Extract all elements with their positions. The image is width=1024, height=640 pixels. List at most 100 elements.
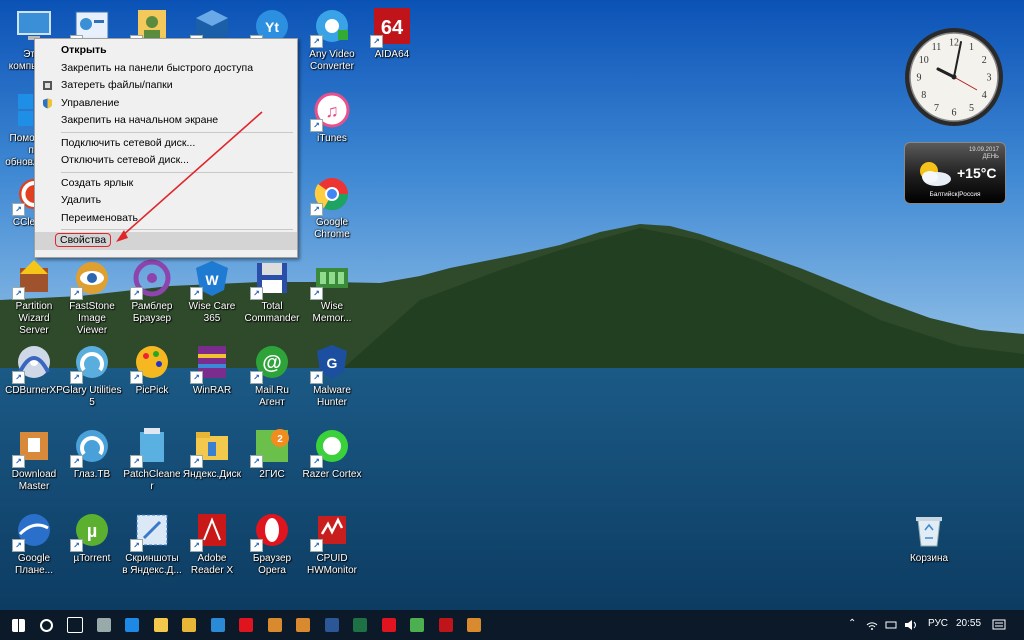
taskbar-app-icon[interactable] [460, 610, 488, 640]
desktop-icon-label: 2ГИС [259, 469, 285, 480]
show-hidden-icons-icon[interactable]: ⌃ [848, 618, 856, 629]
opera-icon: ↗ [250, 510, 292, 552]
taskbar-yandex-icon[interactable] [232, 610, 260, 640]
desktop-icon-label: CDBurnerXP [5, 385, 63, 396]
mailru-icon: @ ↗ [250, 342, 292, 384]
shortcut-arrow-icon: ↗ [70, 371, 83, 384]
desktop-icon-label: Download Master [11, 469, 57, 492]
weather-date: 19.09.2017 [968, 147, 999, 153]
shortcut-arrow-icon: ↗ [310, 539, 323, 552]
taskbar-app-icon[interactable] [261, 610, 289, 640]
desktop-icon-earth[interactable]: ↗ Google Плане... [4, 504, 64, 588]
shortcut-arrow-icon: ↗ [70, 455, 83, 468]
desktop-icon-label: PicPick [135, 385, 169, 396]
weather-city: Балтийск|Россия [929, 191, 981, 198]
desktop-icon-label: Корзина [909, 553, 949, 564]
malware-icon: G ↗ [310, 342, 352, 384]
clock-number: 6 [952, 108, 957, 119]
desktop-icon-glaz[interactable]: ↗ Глаз.ТВ [62, 420, 122, 504]
desktop-icon-patch[interactable]: ↗ PatchCleaner [122, 420, 182, 504]
desktop-icon-adobe[interactable]: ↗ Adobe Reader X [182, 504, 242, 588]
desktop-icon-glary[interactable]: ↗ Glary Utilities 5 [62, 336, 122, 420]
desktop-icon-picpick[interactable]: ↗ PicPick [122, 336, 182, 420]
desktop-icon-winrar[interactable]: ↗ WinRAR [182, 336, 242, 420]
desktop-icon-yscreens[interactable]: ↗ Скриншоты в Яндекс.Д... [122, 504, 182, 588]
desktop-icon-cpuid[interactable]: ↗ CPUID HWMonitor [302, 504, 362, 588]
taskbar-search-icon[interactable] [33, 610, 61, 640]
desktop-icon-ydisk[interactable]: ↗ Яндекс.Диск [182, 420, 242, 504]
weather-day: ДЕНЬ [982, 154, 999, 160]
yscreens-icon: ↗ [130, 510, 172, 552]
action-center-icon[interactable] [992, 618, 1006, 632]
clock-number: 9 [917, 73, 922, 84]
taskbar-word-icon[interactable] [318, 610, 346, 640]
calculator-icon [96, 618, 111, 632]
app-icon [267, 618, 282, 632]
clock-gadget[interactable]: 1234567891011 12 [903, 26, 1005, 128]
desktop-icon-mailru[interactable]: @ ↗ Mail.Ru Агент [242, 336, 302, 420]
desktop-icon-razer[interactable]: ↗ Razer Cortex [302, 420, 362, 504]
start-icon [11, 618, 25, 632]
ie-icon [210, 618, 225, 632]
shortcut-arrow-icon: ↗ [130, 539, 143, 552]
earth-icon: ↗ [12, 510, 54, 552]
shortcut-arrow-icon: ↗ [130, 455, 143, 468]
taskbar-start-icon[interactable] [4, 610, 32, 640]
svg-text:G: G [327, 355, 338, 371]
taskbar-excel-icon[interactable] [346, 610, 374, 640]
desktop-icon-label: Рамблер Браузер [131, 301, 173, 324]
clock-time[interactable]: 20:55 [956, 618, 981, 629]
weather-sun-cloud-icon [920, 162, 951, 186]
glary-icon: ↗ [70, 342, 112, 384]
app-icon [296, 618, 310, 632]
svg-text:2: 2 [277, 434, 283, 445]
desktop-icon-recycle[interactable]: Корзина [899, 504, 959, 588]
picpick-icon: ↗ [130, 342, 172, 384]
desktop-icon-2gis[interactable]: 2 ↗ 2ГИС [242, 420, 302, 504]
winrar-icon: ↗ [190, 342, 232, 384]
app-icon [467, 618, 481, 632]
taskbar-edge-icon[interactable] [118, 610, 146, 640]
desktop-icon-label: Mail.Ru Агент [255, 385, 289, 408]
desktop-icon-label: Глаз.ТВ [73, 469, 111, 480]
cdburner-icon: ↗ [12, 342, 54, 384]
language-indicator[interactable]: РУС [928, 618, 948, 629]
taskbar-explorer-icon[interactable] [147, 610, 175, 640]
razer-icon: ↗ [310, 426, 352, 468]
patch-icon: ↗ [130, 426, 172, 468]
network-icon[interactable] [866, 619, 878, 631]
taskbar-calculator-icon[interactable] [90, 610, 118, 640]
shortcut-arrow-icon: ↗ [190, 371, 203, 384]
weather-gadget[interactable]: 19.09.2017 ДЕНЬ +15°C Балтийск|Россия [904, 142, 1006, 204]
desktop-icon-malware[interactable]: G ↗ Malware Hunter [302, 336, 362, 420]
desktop-icon-utorrent[interactable]: µ ↗ µTorrent [62, 504, 122, 588]
taskbar-aida64-icon[interactable] [432, 610, 460, 640]
glaz-icon: ↗ [70, 426, 112, 468]
shortcut-arrow-icon: ↗ [12, 539, 25, 552]
usb-device-icon[interactable] [884, 619, 898, 631]
chrome-icon [410, 618, 424, 632]
desktop-icon-opera[interactable]: ↗ Браузер Opera [242, 504, 302, 588]
taskbar-app-icon[interactable] [289, 610, 317, 640]
taskbar-opera-icon[interactable] [375, 610, 403, 640]
desktop-icon-dlmaster[interactable]: ↗ Download Master [4, 420, 64, 504]
volume-icon[interactable] [904, 619, 918, 631]
opera-icon [381, 618, 396, 632]
folder-icon [182, 618, 196, 632]
taskbar-folder-icon[interactable] [175, 610, 203, 640]
shortcut-arrow-icon: ↗ [310, 371, 323, 384]
shortcut-arrow-icon: ↗ [70, 539, 83, 552]
desktop-icon-label: FastStone Image Viewer [69, 301, 115, 336]
taskbar-ie-icon[interactable] [204, 610, 232, 640]
desktop-icon-label: Malware Hunter [313, 385, 351, 408]
taskbar-chrome-icon[interactable] [403, 610, 431, 640]
svg-text:µ: µ [87, 521, 97, 541]
taskbar: ⌃ РУС 20:55 [0, 610, 1024, 640]
taskbar-task-view-icon[interactable] [61, 610, 89, 640]
ydisk-icon: ↗ [190, 426, 232, 468]
aida64-icon [438, 618, 453, 632]
weather-temperature: +15°C [957, 165, 997, 181]
edge-icon [125, 618, 139, 632]
desktop-icon-cdburner[interactable]: ↗ CDBurnerXP [4, 336, 64, 420]
desktop: Этот компьютер↗↗↗Yt↗↗Any Video Converter… [0, 0, 1024, 610]
